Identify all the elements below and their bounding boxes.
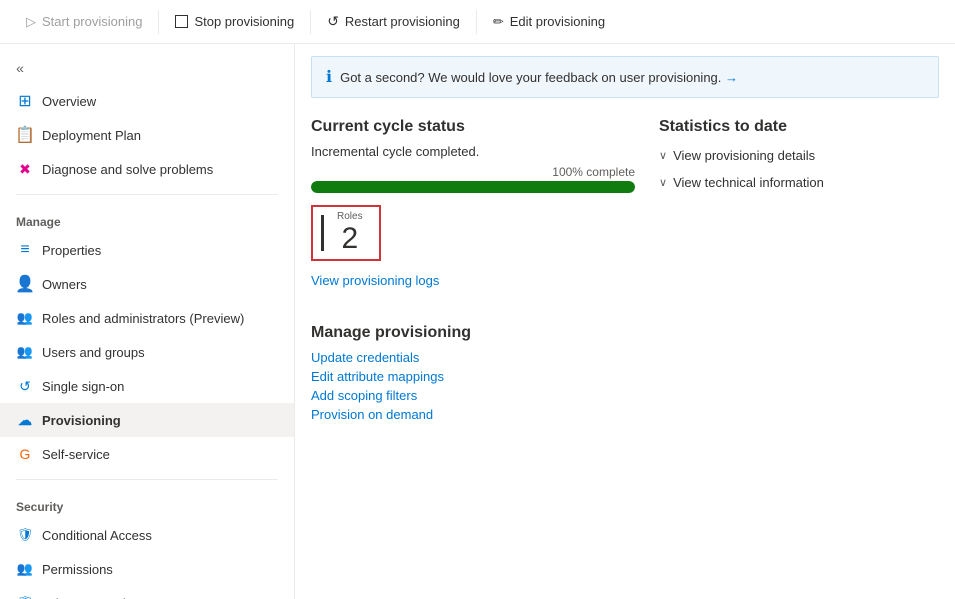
sidebar-item-users[interactable]: 👥 Users and groups — [0, 335, 294, 369]
edit-icon: ✏ — [493, 14, 504, 30]
sidebar-item-provisioning[interactable]: ☁ Provisioning — [0, 403, 294, 437]
stats-section: ∨ View provisioning details ∨ View techn… — [659, 144, 939, 190]
provisioning-icon: ☁ — [16, 411, 34, 429]
roles-card-label: Roles — [337, 211, 363, 222]
main-layout: « ⊞ Overview 📋 Deployment Plan ✖ Diagnos… — [0, 44, 955, 599]
roles-card-bar — [321, 215, 324, 251]
deployment-icon: 📋 — [16, 126, 34, 144]
roles-icon: 👥 — [16, 309, 34, 327]
stop-icon — [175, 15, 188, 28]
overview-icon: ⊞ — [16, 92, 34, 110]
sidebar-item-properties[interactable]: ≡ Properties — [0, 233, 294, 267]
users-icon: 👥 — [16, 343, 34, 361]
banner-text: Got a second? We would love your feedbac… — [340, 70, 738, 85]
view-provisioning-details-item[interactable]: ∨ View provisioning details — [659, 148, 939, 163]
sidebar-item-overview[interactable]: ⊞ Overview — [0, 84, 294, 118]
restart-provisioning-button[interactable]: ↺ Restart provisioning — [317, 8, 470, 35]
toolbar-divider-3 — [476, 10, 477, 34]
progress-label: 100% complete — [311, 165, 635, 179]
sidebar-item-owners[interactable]: 👤 Owners — [0, 267, 294, 301]
owners-icon: 👤 — [16, 275, 34, 293]
sidebar-item-selfservice[interactable]: G Self-service — [0, 437, 294, 471]
manage-section-label: Manage — [0, 203, 294, 233]
chevron-technical-icon: ∨ — [659, 176, 667, 189]
banner-link[interactable]: → — [725, 70, 738, 85]
diagnose-icon: ✖ — [16, 160, 34, 178]
sidebar-item-deployment[interactable]: 📋 Deployment Plan — [0, 118, 294, 152]
sidebar: « ⊞ Overview 📋 Deployment Plan ✖ Diagnos… — [0, 44, 295, 599]
toolbar-divider-1 — [158, 10, 159, 34]
provision-on-demand-link[interactable]: Provision on demand — [311, 407, 635, 422]
token-icon: 🛡 — [16, 594, 34, 599]
current-cycle-title: Current cycle status — [311, 118, 635, 136]
update-credentials-link[interactable]: Update credentials — [311, 350, 635, 365]
stop-provisioning-button[interactable]: Stop provisioning — [165, 9, 304, 34]
roles-card-count: 2 — [341, 222, 358, 255]
sidebar-item-sso[interactable]: ↺ Single sign-on — [0, 369, 294, 403]
view-technical-info-item[interactable]: ∨ View technical information — [659, 175, 939, 190]
sidebar-divider-security — [16, 479, 278, 480]
sidebar-divider-manage — [16, 194, 278, 195]
content-area: ℹ Got a second? We would love your feedb… — [295, 44, 955, 599]
sidebar-item-conditional[interactable]: 🛡 Conditional Access — [0, 518, 294, 552]
section-left: Current cycle status Incremental cycle c… — [311, 118, 659, 426]
sidebar-item-permissions[interactable]: 👥 Permissions — [0, 552, 294, 586]
add-scoping-filters-link[interactable]: Add scoping filters — [311, 388, 635, 403]
info-icon: ℹ — [326, 67, 332, 87]
selfservice-icon: G — [16, 445, 34, 463]
security-section-label: Security — [0, 488, 294, 518]
view-provisioning-logs-link[interactable]: View provisioning logs — [311, 273, 439, 288]
sso-icon: ↺ — [16, 377, 34, 395]
toolbar: ▷ Start provisioning Stop provisioning ↺… — [0, 0, 955, 44]
sidebar-item-token[interactable]: 🛡 Token encryption — [0, 586, 294, 599]
progress-bar-fill — [311, 181, 635, 193]
info-banner: ℹ Got a second? We would love your feedb… — [311, 56, 939, 98]
section-right: Statistics to date ∨ View provisioning d… — [659, 118, 939, 426]
statistics-title: Statistics to date — [659, 118, 939, 136]
restart-icon: ↺ — [327, 13, 339, 30]
toolbar-divider-2 — [310, 10, 311, 34]
conditional-icon: 🛡 — [16, 526, 34, 544]
sidebar-item-roles[interactable]: 👥 Roles and administrators (Preview) — [0, 301, 294, 335]
sidebar-item-diagnose[interactable]: ✖ Diagnose and solve problems — [0, 152, 294, 186]
cycle-status-text: Incremental cycle completed. — [311, 144, 635, 159]
start-icon: ▷ — [26, 14, 36, 30]
edit-attribute-mappings-link[interactable]: Edit attribute mappings — [311, 369, 635, 384]
start-provisioning-button[interactable]: ▷ Start provisioning — [16, 9, 152, 35]
sidebar-collapse-button[interactable]: « — [8, 56, 32, 80]
edit-provisioning-button[interactable]: ✏ Edit provisioning — [483, 9, 615, 35]
roles-card: Roles 2 — [311, 205, 381, 261]
properties-icon: ≡ — [16, 241, 34, 259]
permissions-icon: 👥 — [16, 560, 34, 578]
manage-provisioning-title: Manage provisioning — [311, 324, 635, 342]
roles-card-inner: Roles 2 — [337, 211, 363, 255]
progress-bar-container — [311, 181, 635, 193]
content-sections: Current cycle status Incremental cycle c… — [295, 110, 955, 434]
chevron-details-icon: ∨ — [659, 149, 667, 162]
